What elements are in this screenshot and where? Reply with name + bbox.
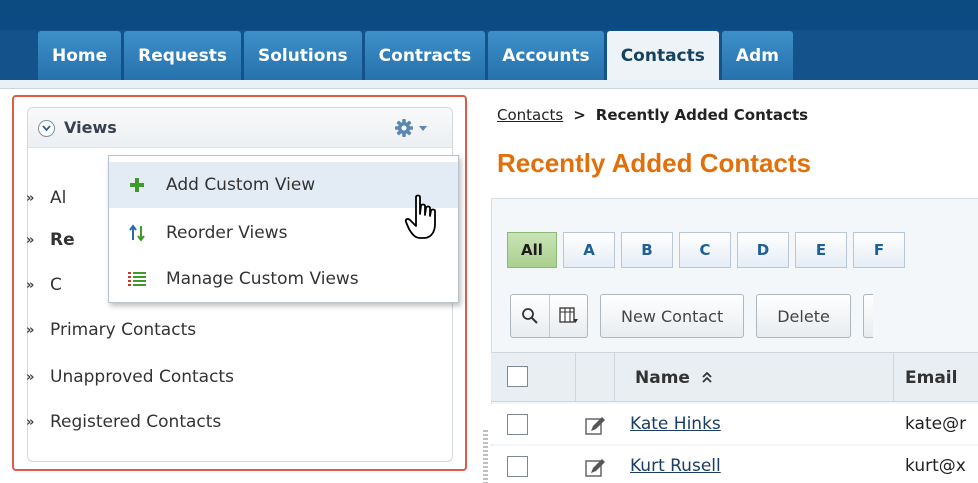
- contact-name-link[interactable]: Kate Hinks: [630, 414, 721, 434]
- alpha-filter-a[interactable]: A: [563, 232, 615, 268]
- view-item-all[interactable]: » Al: [26, 188, 66, 208]
- contact-email: kate@r: [905, 414, 967, 434]
- row-checkbox[interactable]: [507, 456, 528, 477]
- tab-requests[interactable]: Requests: [124, 31, 241, 80]
- double-chevron-icon: »: [26, 232, 35, 248]
- search-icon[interactable]: [511, 295, 549, 337]
- double-chevron-icon: »: [26, 190, 35, 206]
- double-chevron-icon: »: [26, 277, 35, 293]
- menu-item-label: Manage Custom Views: [166, 269, 359, 289]
- double-chevron-icon: »: [26, 369, 35, 385]
- page-title: Recently Added Contacts: [497, 148, 811, 178]
- view-item-label: Unapproved Contacts: [50, 367, 234, 387]
- alphabet-filter: All A B C D E F: [507, 232, 905, 268]
- sort-icon: [702, 372, 712, 383]
- alpha-filter-all[interactable]: All: [507, 232, 557, 268]
- tab-home[interactable]: Home: [38, 31, 122, 80]
- views-header: Views: [28, 108, 452, 148]
- plus-icon: [122, 177, 152, 193]
- delete-button[interactable]: Delete: [756, 294, 851, 338]
- tab-underline-strip: [0, 80, 978, 89]
- breadcrumb-separator: >: [573, 106, 586, 124]
- view-item-label: Registered Contacts: [50, 412, 222, 432]
- view-item-custom[interactable]: » C: [26, 275, 62, 295]
- column-divider: [893, 352, 894, 402]
- view-item-label: Al: [50, 188, 67, 208]
- column-header-name-label: Name: [635, 368, 690, 388]
- alpha-filter-f[interactable]: F: [853, 232, 905, 268]
- breadcrumb-link-contacts[interactable]: Contacts: [497, 106, 563, 124]
- more-actions-button[interactable]: [862, 294, 873, 338]
- view-item-recently-added[interactable]: » Re: [26, 230, 75, 250]
- views-title: Views: [64, 118, 117, 137]
- select-all-checkbox[interactable]: [507, 366, 528, 387]
- toolbar-icon-group: [510, 294, 588, 338]
- view-item-registered-contacts[interactable]: » Registered Contacts: [26, 412, 221, 432]
- tab-accounts[interactable]: Accounts: [488, 31, 604, 80]
- view-item-label: Re: [50, 230, 75, 250]
- list-icon: [122, 271, 152, 287]
- reorder-arrows-icon: [122, 224, 152, 242]
- module-tabs: Home Requests Solutions Contracts Accoun…: [38, 31, 793, 80]
- breadcrumb: Contacts > Recently Added Contacts: [497, 106, 808, 124]
- menu-item-label: Add Custom View: [166, 175, 316, 195]
- row-checkbox[interactable]: [507, 414, 528, 435]
- edit-icon[interactable]: [585, 458, 607, 480]
- alpha-filter-d[interactable]: D: [737, 232, 789, 268]
- hand-cursor-icon: [404, 194, 442, 242]
- contact-name-link[interactable]: Kurt Rusell: [630, 456, 721, 476]
- alpha-filter-e[interactable]: E: [795, 232, 847, 268]
- column-header-name[interactable]: Name: [635, 368, 712, 388]
- tab-contracts[interactable]: Contracts: [364, 31, 486, 80]
- column-header-email[interactable]: Email: [905, 368, 957, 388]
- double-chevron-icon: »: [26, 322, 35, 338]
- column-divider: [575, 352, 576, 402]
- view-item-label: C: [50, 275, 62, 295]
- view-item-unapproved-contacts[interactable]: » Unapproved Contacts: [26, 367, 234, 387]
- contact-email: kurt@x: [905, 456, 966, 476]
- tab-admin[interactable]: Adm: [721, 31, 793, 80]
- collapse-icon[interactable]: [38, 120, 55, 137]
- menu-item-manage-custom-views[interactable]: Manage Custom Views: [109, 256, 458, 302]
- panel-splitter[interactable]: [483, 430, 488, 483]
- breadcrumb-current: Recently Added Contacts: [595, 106, 809, 124]
- header-strip: [0, 0, 978, 30]
- menu-item-label: Reorder Views: [166, 223, 288, 243]
- edit-icon[interactable]: [585, 416, 607, 438]
- list-toolbar: New Contact Delete: [510, 294, 873, 338]
- view-item-label: Primary Contacts: [50, 320, 197, 340]
- tab-solutions[interactable]: Solutions: [243, 31, 362, 80]
- new-contact-button[interactable]: New Contact: [600, 294, 745, 338]
- gear-icon[interactable]: [394, 118, 430, 138]
- alpha-filter-c[interactable]: C: [679, 232, 731, 268]
- column-chooser-icon[interactable]: [549, 295, 587, 337]
- tab-contacts[interactable]: Contacts: [606, 31, 719, 80]
- view-item-primary-contacts[interactable]: » Primary Contacts: [26, 320, 196, 340]
- alpha-filter-b[interactable]: B: [621, 232, 673, 268]
- double-chevron-icon: »: [26, 414, 35, 430]
- column-divider: [614, 352, 615, 402]
